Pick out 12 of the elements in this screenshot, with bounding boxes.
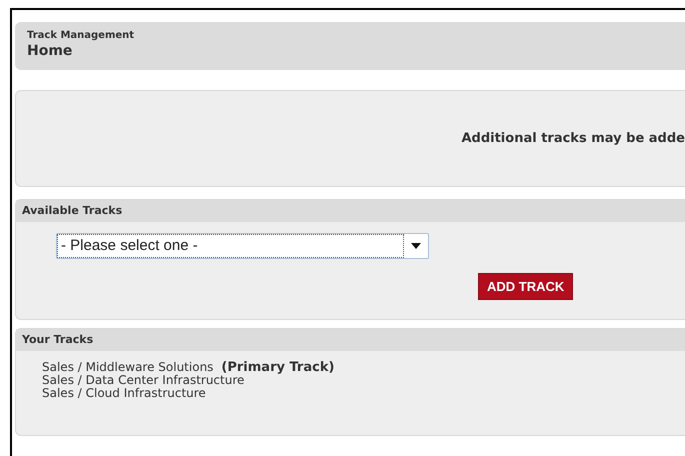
panel-heading: Your Tracks [22, 332, 94, 348]
track-name: Sales / Middleware Solutions [42, 361, 214, 374]
notice-text: Additional tracks may be adde [461, 130, 685, 148]
panel-heading: Available Tracks [22, 202, 122, 219]
track-name: Sales / Cloud Infrastructure [42, 387, 206, 400]
page-title: Home [27, 42, 74, 60]
dropdown-icon [411, 243, 421, 249]
track-select[interactable]: - Please select one - [56, 233, 429, 259]
primary-track-label: (Primary Track) [221, 361, 334, 374]
track-name: Sales / Data Center Infrastructure [42, 374, 244, 387]
add-track-button[interactable]: ADD TRACK [478, 273, 574, 300]
section-label: Track Management [27, 30, 136, 42]
